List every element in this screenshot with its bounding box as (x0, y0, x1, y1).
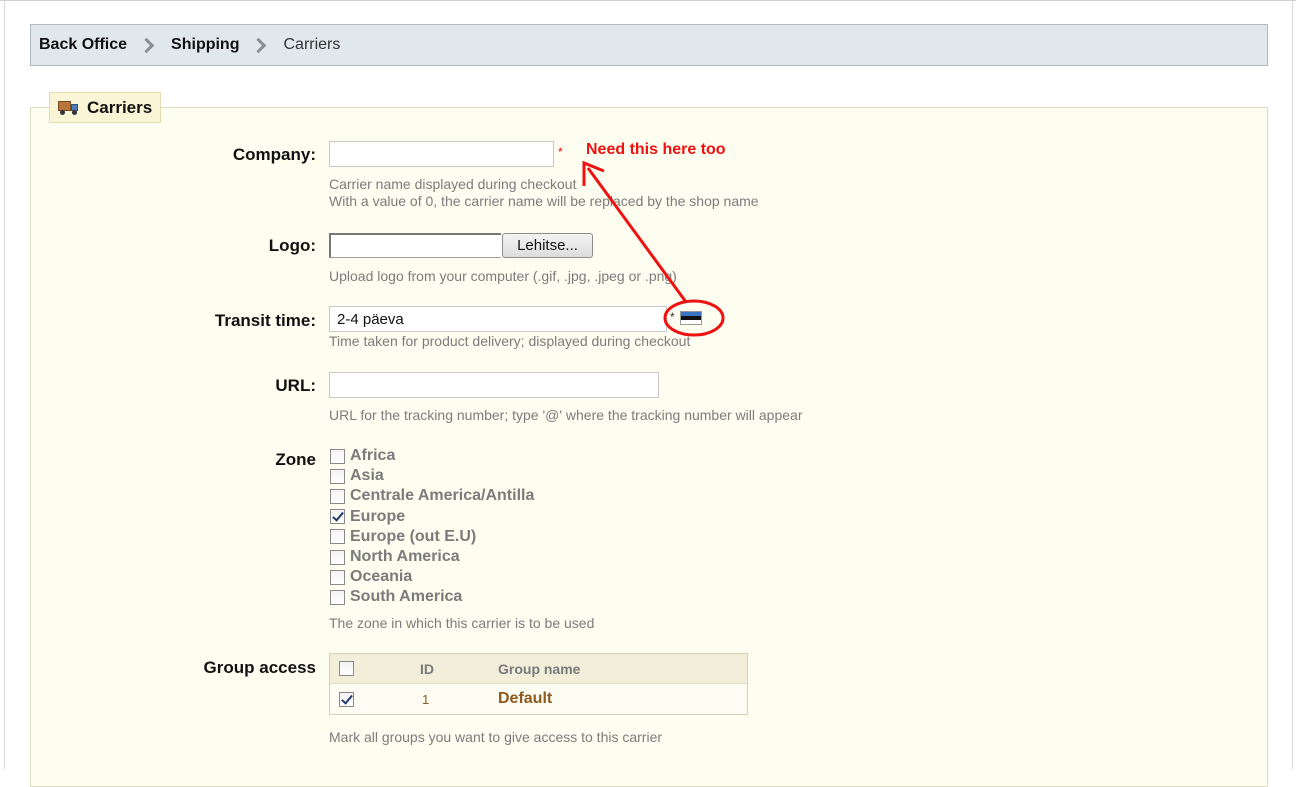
company-hint-1: Carrier name displayed during checkout (329, 176, 577, 192)
estonian-flag-icon[interactable] (680, 311, 702, 325)
url-label: URL: (275, 376, 316, 395)
zone-checkbox[interactable] (330, 509, 345, 525)
breadcrumb-shipping[interactable]: Shipping (171, 36, 239, 54)
transit-time-hint: Time taken for product delivery; display… (329, 333, 691, 349)
zone-hint: The zone in which this carrier is to be … (329, 615, 595, 631)
company-hint-2: With a value of 0, the carrier name will… (329, 193, 759, 209)
breadcrumb: Back Office Shipping Carriers (30, 24, 1268, 66)
chevron-right-icon (141, 37, 153, 53)
zone-item[interactable]: South America (330, 587, 534, 607)
transit-required-mark: * (670, 310, 675, 324)
breadcrumb-carriers: Carriers (283, 36, 341, 53)
company-label: Company: (232, 145, 316, 164)
truck-icon (58, 100, 79, 115)
right-border (1292, 0, 1293, 769)
zone-item[interactable]: Africa (330, 446, 534, 466)
zone-checkbox-list: Africa Asia Centrale America/Antilla Eur… (330, 446, 534, 608)
section-title: Carriers (87, 97, 153, 117)
zone-item[interactable]: Oceania (330, 567, 534, 587)
company-required-mark: * (558, 145, 563, 159)
transit-time-label: Transit time: (214, 311, 316, 330)
url-hint: URL for the tracking number; type '@' wh… (329, 407, 803, 423)
select-all-checkbox[interactable] (339, 661, 354, 676)
top-border (0, 0, 1296, 4)
table-header: ID Group name (330, 654, 747, 684)
zone-checkbox[interactable] (330, 549, 345, 565)
zone-item[interactable]: Europe (out E.U) (330, 527, 534, 547)
zone-checkbox[interactable] (330, 468, 345, 484)
breadcrumb-back-office[interactable]: Back Office (39, 36, 127, 54)
zone-checkbox[interactable] (330, 448, 345, 464)
zone-checkbox[interactable] (330, 569, 345, 585)
url-input[interactable] (329, 372, 659, 398)
annotation-text: Need this here too (586, 141, 726, 158)
group-access-label: Group access (203, 658, 316, 677)
section-legend: Carriers (49, 92, 162, 123)
left-border (4, 0, 5, 769)
chevron-right-icon (253, 37, 265, 53)
zone-checkbox[interactable] (330, 529, 345, 545)
zone-checkbox[interactable] (330, 589, 345, 605)
group-checkbox[interactable] (339, 691, 354, 707)
group-access-hint: Mark all groups you want to give access … (329, 729, 663, 745)
zone-item[interactable]: Centrale America/Antilla (330, 486, 534, 506)
column-header-id: ID (420, 660, 434, 677)
group-id: 1 (422, 691, 430, 707)
zone-item[interactable]: Asia (330, 466, 534, 486)
zone-item[interactable]: North America (330, 547, 534, 567)
logo-label: Logo: (268, 236, 316, 255)
table-row[interactable]: 1 Default (330, 684, 747, 714)
logo-file-path[interactable] (329, 233, 501, 258)
company-input[interactable] (329, 141, 554, 167)
zone-label: Zone (275, 450, 316, 469)
group-name: Default (498, 690, 553, 707)
browse-button[interactable]: Lehitse... (502, 233, 593, 258)
column-header-group-name: Group name (498, 660, 581, 677)
zone-item[interactable]: Europe (330, 507, 534, 527)
logo-hint: Upload logo from your computer (.gif, .j… (329, 268, 677, 284)
transit-time-input[interactable] (329, 306, 667, 332)
zone-checkbox[interactable] (330, 488, 345, 504)
group-access-table: ID Group name 1 Default (329, 653, 748, 715)
